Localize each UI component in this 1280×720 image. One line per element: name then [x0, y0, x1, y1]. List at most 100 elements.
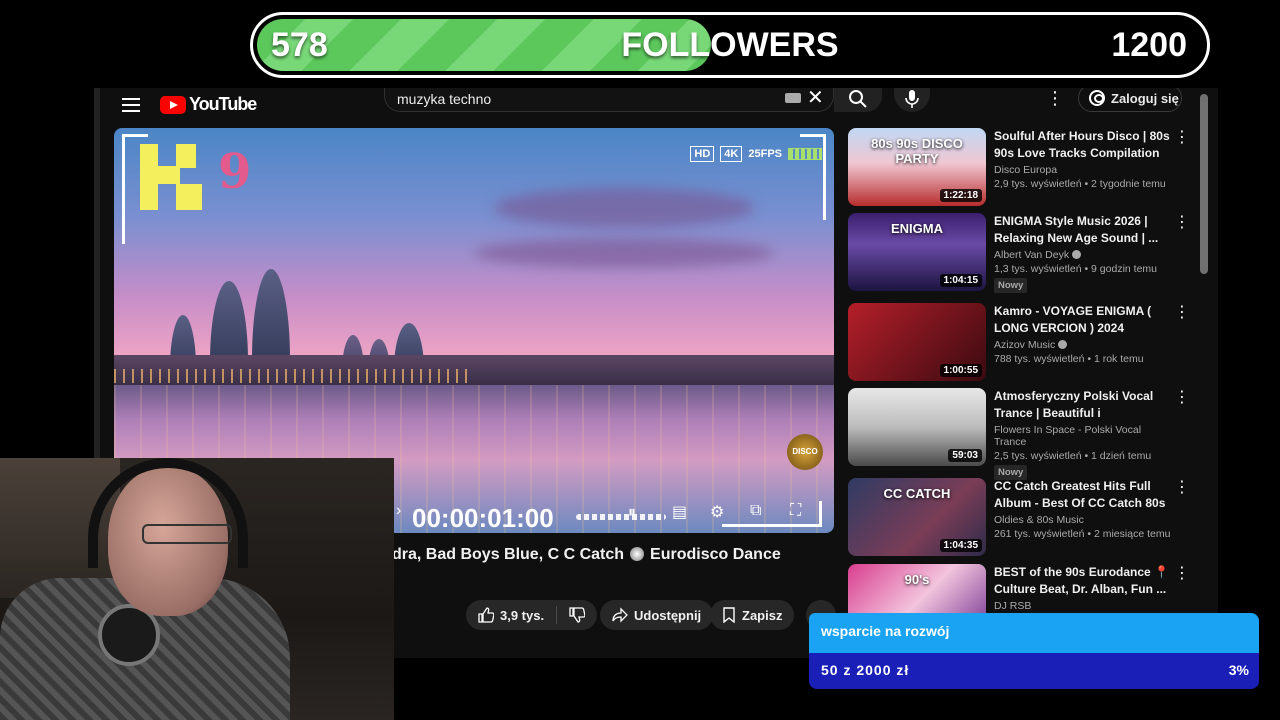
donation-progress: 50 z 2000 zł 3%	[809, 653, 1259, 689]
city-lights	[114, 369, 474, 383]
hd-badge: HD	[690, 146, 715, 162]
channel-name-text: Disco Europa	[994, 164, 1058, 176]
search-button[interactable]	[834, 88, 882, 112]
microphone-icon	[905, 90, 919, 108]
recommendation-title[interactable]: Atmosferyczny Polski Vocal Trance | Beau…	[994, 388, 1170, 422]
recommendation-item[interactable]: 1:00:55 Kamro - VOYAGE ENIGMA ( LONG VERC…	[848, 303, 1198, 383]
recommendation-title[interactable]: CC Catch Greatest Hits Full Album - Best…	[994, 478, 1170, 512]
recommendation-info: Atmosferyczny Polski Vocal Trance | Beau…	[994, 388, 1170, 480]
save-button[interactable]: Zapisz	[710, 600, 795, 630]
recommendation-thumbnail[interactable]: 59:03	[848, 388, 986, 466]
video-duration: 1:04:35	[939, 539, 982, 552]
video-title-right: Eurodisco Dance	[650, 546, 781, 563]
recommendation-item[interactable]: 59:03 Atmosferyczny Polski Vocal Trance |…	[848, 388, 1198, 480]
recommendation-thumbnail[interactable]: 80s 90s DISCO PARTY 1:22:18	[848, 128, 986, 206]
share-arrow-icon	[612, 607, 628, 623]
recommendation-item[interactable]: ENIGMA 1:04:15 ENIGMA Style Music 2026 | R…	[848, 213, 1198, 293]
signin-label: Zaloguj się	[1111, 90, 1179, 106]
donation-amount: 50 z 2000 zł	[821, 662, 910, 678]
recommendation-info: Kamro - VOYAGE ENIGMA ( LONG VERCION ) 2…	[994, 303, 1170, 365]
pause-icon[interactable]: ⏸	[628, 504, 636, 522]
recommendation-menu-icon[interactable]: ⋮	[1174, 130, 1190, 146]
fps-badge: 25FPS	[748, 148, 782, 160]
video-duration: 1:04:15	[939, 274, 982, 287]
thumbs-down-icon	[569, 607, 586, 623]
recommendation-title[interactable]: BEST of the 90s Eurodance 📍 Culture Beat…	[994, 564, 1170, 598]
disc-emoji-icon	[630, 547, 645, 561]
battery-icon	[788, 148, 822, 160]
like-count: 3,9 tys.	[500, 607, 545, 623]
donation-header: wsparcie na rozwój	[809, 613, 1259, 653]
italo-disco-logo: DISCO	[787, 434, 823, 470]
video-duration: 1:00:55	[939, 364, 982, 377]
recommendation-item[interactable]: CC CATCH 1:04:35 CC Catch Greatest Hits Fu…	[848, 478, 1198, 558]
recommendation-info: Soulful After Hours Disco | 80s 90s Love…	[994, 128, 1170, 190]
recommendation-menu-icon[interactable]: ⋮	[1174, 390, 1190, 406]
like-dislike-group: 3,9 tys.	[466, 600, 598, 630]
followers-goal: 1200	[1111, 26, 1187, 64]
verified-icon	[1072, 250, 1082, 259]
4k-badge: 4K	[720, 146, 743, 162]
account-icon	[1089, 90, 1105, 106]
fullscreen-icon[interactable]: ⛶	[790, 502, 801, 520]
subtitles-icon[interactable]: ▤	[672, 502, 687, 522]
channel-name-text: Flowers In Space - Polski Vocal Trance	[994, 424, 1142, 448]
sidebar-scrollbar[interactable]	[1200, 94, 1208, 274]
volume-dots[interactable]	[576, 514, 666, 520]
settings-gear-icon[interactable]: ⚙	[710, 502, 724, 522]
channel-name[interactable]: Albert Van Deyk	[994, 249, 1170, 261]
view-meta: 2,5 tys. wyświetleń • 1 dzień temu	[994, 450, 1152, 462]
recommendation-menu-icon[interactable]: ⋮	[1174, 480, 1190, 496]
bookmark-icon	[723, 607, 735, 623]
recommendation-menu-icon[interactable]: ⋮	[1174, 305, 1190, 321]
clear-search-icon[interactable]: ✕	[807, 88, 824, 108]
thumbs-up-icon	[478, 607, 494, 623]
video-title-left: dra, Bad Boys Blue, C C Catch	[392, 546, 625, 563]
view-meta: 2,9 tys. wyświetleń • 2 tygodnie temu	[994, 178, 1166, 190]
channel-name[interactable]: Oldies & 80s Music	[994, 514, 1170, 526]
video-title: dra, Bad Boys Blue, C C Catch Eurodisco D…	[392, 546, 781, 564]
miniplayer-icon[interactable]: ⧉	[750, 502, 761, 520]
video-duration: 1:22:18	[939, 189, 982, 202]
keyboard-icon[interactable]	[785, 93, 801, 103]
channel-name-text: DJ RSB	[994, 600, 1032, 612]
recommendation-title[interactable]: ENIGMA Style Music 2026 | Relaxing New A…	[994, 213, 1170, 247]
cloud-shape	[474, 238, 774, 268]
recommendation-item[interactable]: 80s 90s DISCO PARTY 1:22:18 Soulful After …	[848, 128, 1198, 208]
share-button[interactable]: Udostępnij	[600, 600, 714, 630]
view-meta: 788 tys. wyświetleń • 1 rok temu	[994, 353, 1144, 365]
recommendation-thumbnail[interactable]: 1:00:55	[848, 303, 986, 381]
youtube-wordmark: YouTube	[189, 94, 257, 114]
channel-name[interactable]: Disco Europa	[994, 164, 1170, 176]
share-label: Udostępnij	[634, 607, 702, 623]
settings-kebab-icon[interactable]: ⋮	[1046, 88, 1064, 108]
channel-name[interactable]: DJ RSB	[994, 600, 1170, 612]
recommendation-menu-icon[interactable]: ⋮	[1174, 215, 1190, 231]
youtube-topbar: YouTube ✕ ⋮ Zaloguj się	[94, 88, 1218, 128]
channel-name[interactable]: Azizov Music	[994, 339, 1170, 351]
channel-name[interactable]: Flowers In Space - Polski Vocal Trance	[994, 424, 1170, 448]
video-quality-badges: HD 4K 25FPS	[690, 146, 822, 162]
cloud-shape	[494, 188, 754, 228]
recommendation-title[interactable]: Soulful After Hours Disco | 80s 90s Love…	[994, 128, 1170, 162]
recommendation-thumbnail[interactable]: ENIGMA 1:04:15	[848, 213, 986, 291]
search-input[interactable]	[397, 88, 767, 110]
donation-goal-widget: wsparcie na rozwój 50 z 2000 zł 3%	[809, 613, 1259, 689]
recommendation-menu-icon[interactable]: ⋮	[1174, 566, 1190, 582]
like-button[interactable]: 3,9 tys.	[466, 600, 556, 630]
menu-icon[interactable]	[122, 98, 140, 112]
youtube-logo[interactable]: YouTube	[160, 94, 257, 115]
k9-nine-glyph: 9	[218, 144, 252, 200]
channel-k9-logo: 9	[140, 144, 251, 212]
dislike-button[interactable]	[557, 600, 597, 630]
view-meta: 1,3 tys. wyświetleń • 9 godzin temu	[994, 263, 1158, 275]
recommendation-title[interactable]: Kamro - VOYAGE ENIGMA ( LONG VERCION ) 2…	[994, 303, 1170, 337]
recommendation-thumbnail[interactable]: CC CATCH 1:04:35	[848, 478, 986, 556]
frame-corner	[722, 501, 822, 527]
donation-label: wsparcie na rozwój	[821, 623, 950, 639]
voice-search-button[interactable]	[894, 88, 930, 112]
next-icon[interactable]: ›	[396, 502, 401, 520]
signin-button[interactable]: Zaloguj się	[1078, 88, 1182, 112]
channel-name-text: Albert Van Deyk	[994, 249, 1070, 261]
webcam-overlay	[0, 458, 394, 720]
